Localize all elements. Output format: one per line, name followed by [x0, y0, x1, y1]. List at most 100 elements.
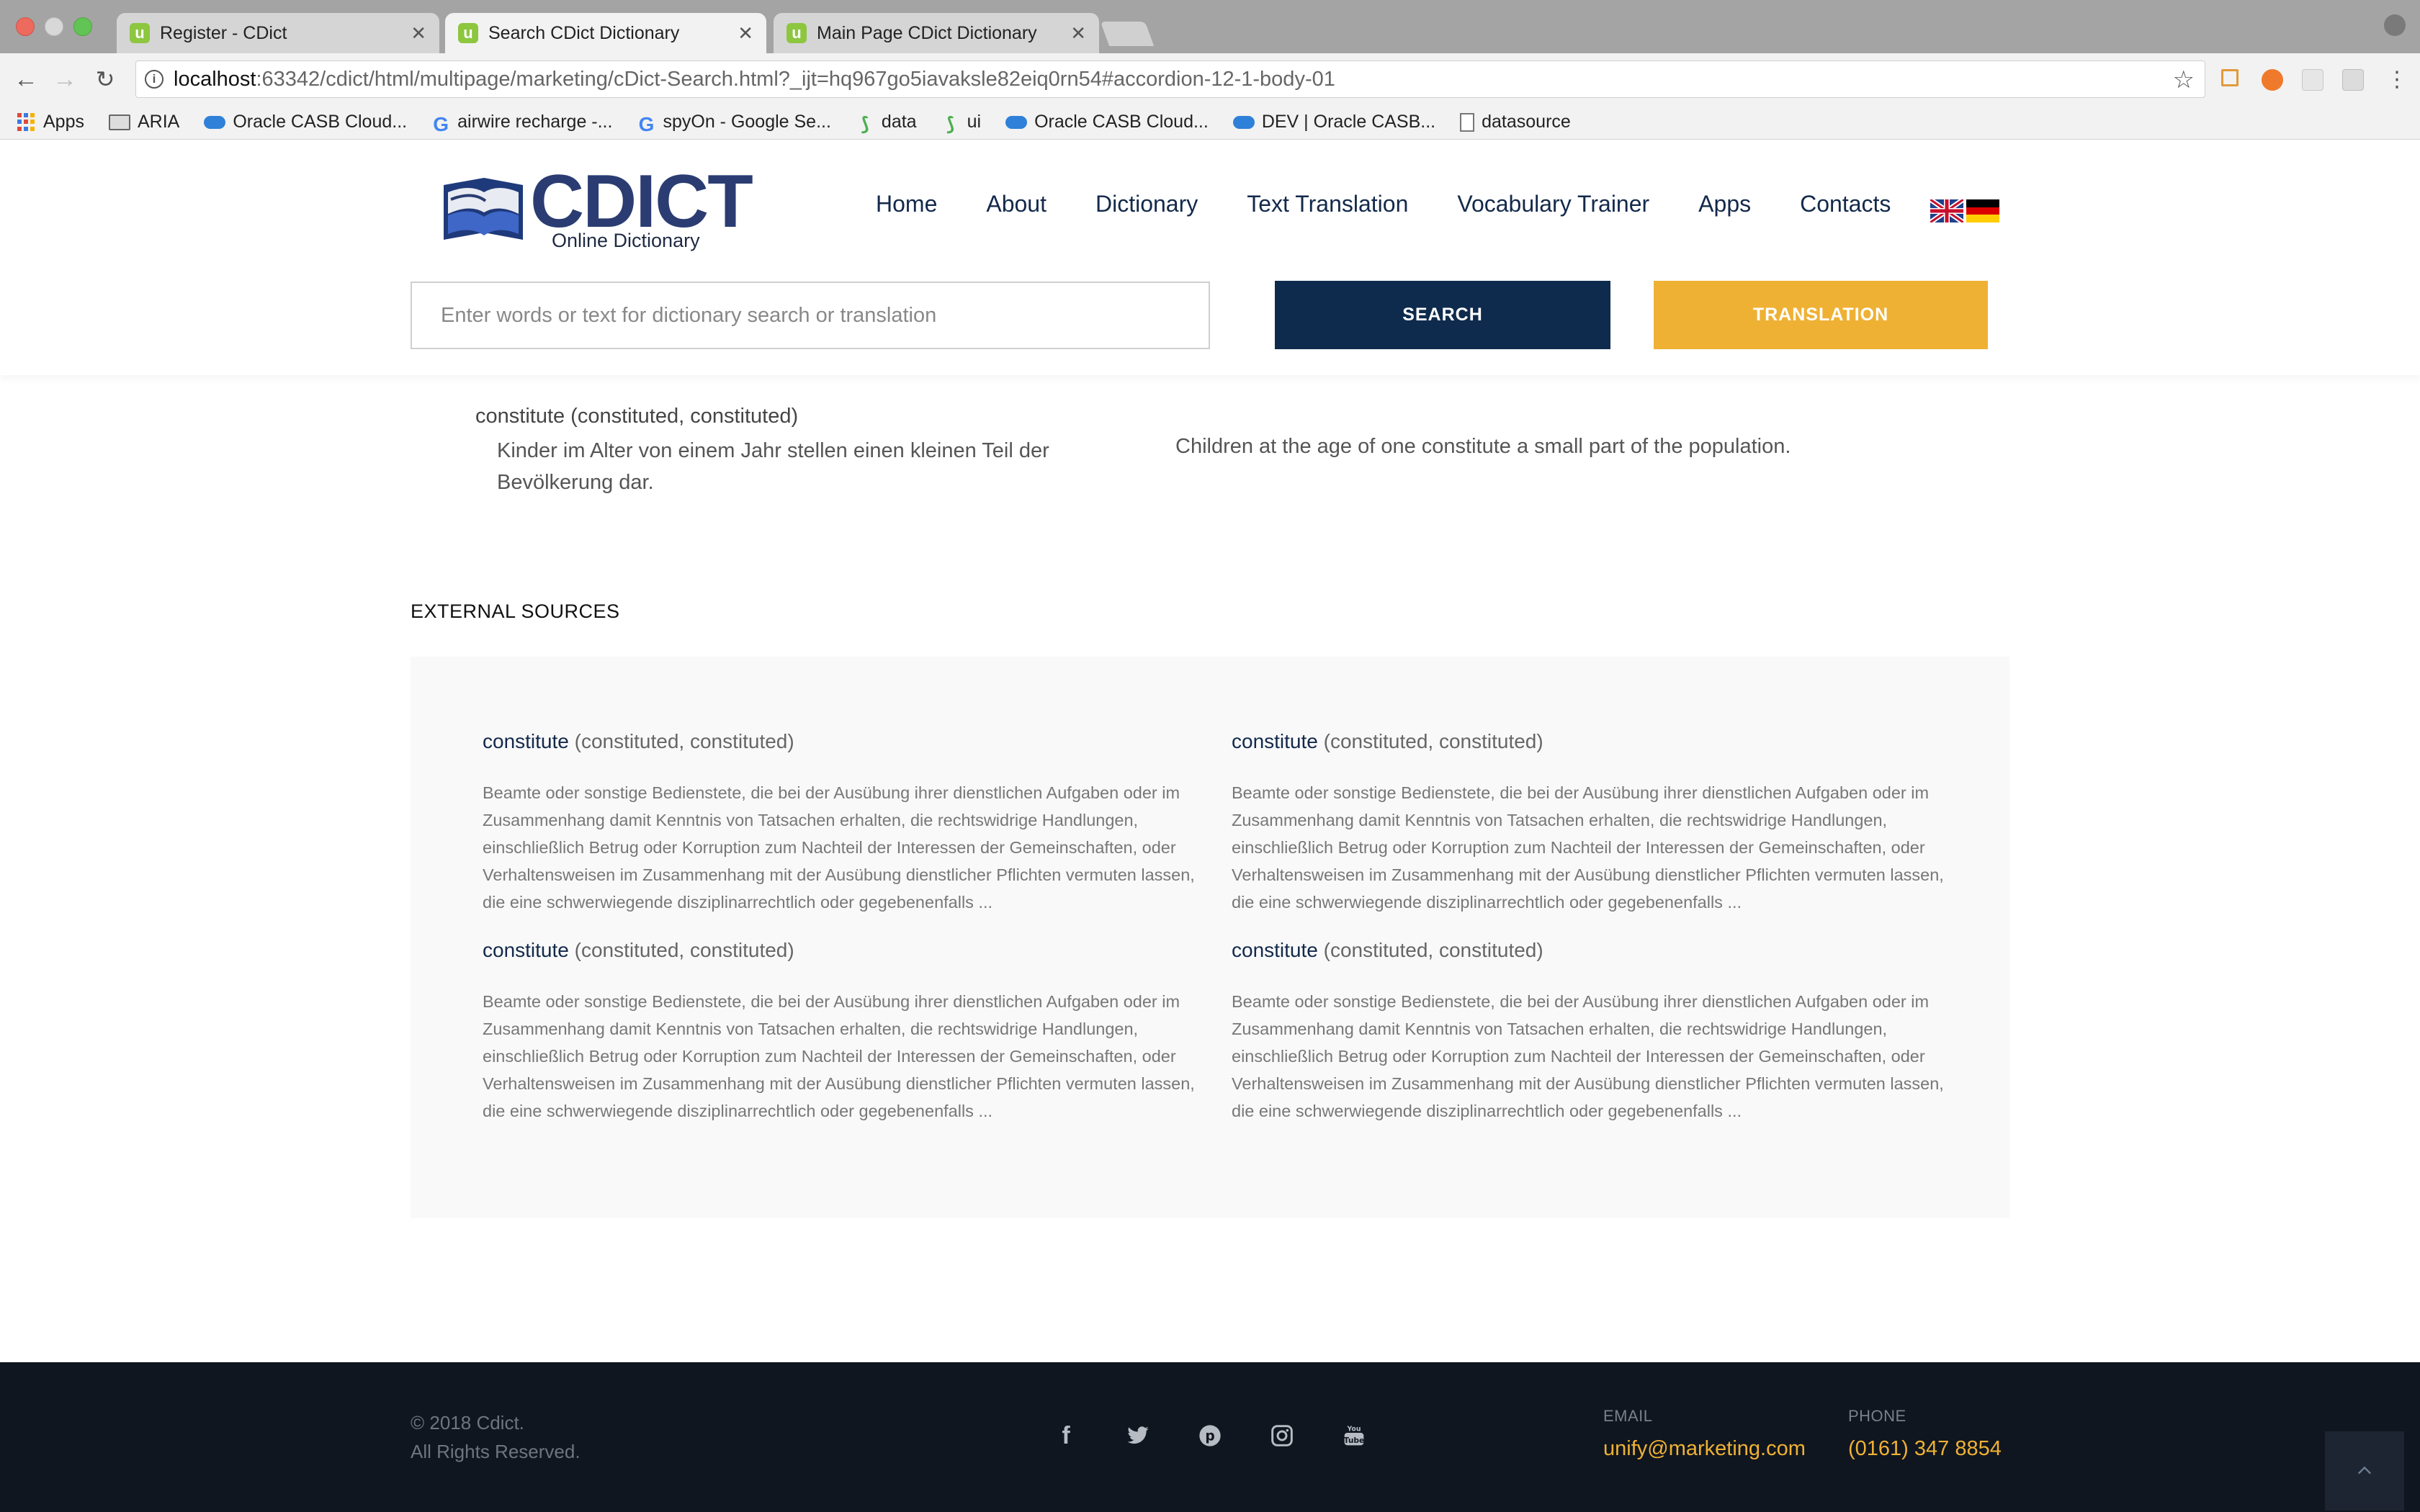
- twitter-icon[interactable]: [1124, 1421, 1152, 1450]
- nav-vocabulary-trainer[interactable]: Vocabulary Trainer: [1457, 191, 1649, 217]
- browser-tab[interactable]: u Register - CDict ✕: [117, 13, 439, 53]
- bookmark-star-icon[interactable]: ☆: [2173, 66, 2195, 94]
- extension-block-icon[interactable]: [2262, 69, 2283, 91]
- site-header: CDICT Online Dictionary Home About Dicti…: [0, 140, 2420, 375]
- svg-text:p: p: [1205, 1429, 1214, 1444]
- uk-flag-icon[interactable]: [1930, 199, 1963, 222]
- external-source-forms: (constituted, constituted): [574, 730, 794, 752]
- bookmark-oracle-casb[interactable]: Oracle CASB Cloud...: [204, 112, 407, 132]
- external-source-link[interactable]: constitute: [483, 730, 569, 752]
- external-source-title: constitute (constituted, constituted): [483, 939, 1196, 962]
- copyright-line: © 2018 Cdict.: [411, 1412, 524, 1434]
- apps-grid-icon: [17, 112, 36, 132]
- rights-line: All Rights Reserved.: [411, 1441, 581, 1462]
- browser-toolbar: ← → ↻ i localhost:63342/cdict/html/multi…: [0, 53, 2420, 105]
- external-sources-heading: EXTERNAL SOURCES: [411, 600, 620, 622]
- maximize-window-button[interactable]: [73, 17, 92, 36]
- social-links: f p Tube You: [1052, 1421, 1368, 1450]
- bookmark-ui[interactable]: ⟆ ui: [941, 112, 981, 135]
- bookmark-label: ARIA: [137, 112, 180, 132]
- external-source-text: Beamte oder sonstige Bedienstete, die be…: [1232, 783, 1944, 912]
- external-source-link[interactable]: constitute: [483, 939, 569, 961]
- search-input[interactable]: [411, 282, 1210, 349]
- extension-grid-icon[interactable]: [2342, 69, 2364, 91]
- email-link[interactable]: unify@marketing.com: [1603, 1437, 1806, 1461]
- svg-text:You: You: [1347, 1425, 1361, 1433]
- new-tab-button[interactable]: [1100, 22, 1155, 46]
- german-flag-icon[interactable]: [1966, 199, 1999, 223]
- close-tab-icon[interactable]: ✕: [1070, 22, 1086, 45]
- bookmark-label: data: [881, 112, 917, 132]
- cdict-favicon-icon: u: [458, 23, 478, 43]
- search-button[interactable]: SEARCH: [1275, 281, 1610, 349]
- browser-tab-active[interactable]: u Search CDict Dictionary ✕: [445, 13, 766, 53]
- google-icon: G: [433, 112, 449, 135]
- site-info-icon[interactable]: i: [145, 70, 163, 89]
- external-source-text: Beamte oder sonstige Bedienstete, die be…: [1232, 992, 1944, 1120]
- bookmark-label: Apps: [43, 112, 84, 132]
- browser-tab[interactable]: u Main Page CDict Dictionary ✕: [774, 13, 1099, 53]
- bookmark-dev-oracle[interactable]: DEV | Oracle CASB...: [1232, 112, 1435, 132]
- instagram-icon[interactable]: [1268, 1421, 1296, 1450]
- pinterest-icon[interactable]: p: [1196, 1421, 1224, 1450]
- external-source-link[interactable]: constitute: [1232, 939, 1318, 961]
- back-to-top-button[interactable]: [2325, 1431, 2404, 1511]
- nav-dictionary[interactable]: Dictionary: [1095, 191, 1198, 217]
- external-source-item: constitute (constituted, constituted) Be…: [483, 939, 1196, 1125]
- result-headword: constitute (constituted, constituted): [475, 405, 799, 428]
- bookmark-label: Oracle CASB Cloud...: [233, 112, 408, 132]
- folder-icon: [108, 114, 130, 130]
- tab-title: Register - CDict: [160, 22, 287, 43]
- phone-link[interactable]: (0161) 347 8854: [1848, 1437, 2002, 1461]
- bookmark-datasource[interactable]: datasource: [1460, 112, 1571, 132]
- minimize-window-button[interactable]: [45, 17, 63, 36]
- copyright: © 2018 Cdict. All Rights Reserved.: [411, 1408, 581, 1466]
- youtube-icon[interactable]: Tube You: [1340, 1421, 1368, 1450]
- bookmark-label: spyOn - Google Se...: [663, 112, 831, 132]
- bookmark-aria[interactable]: ARIA: [108, 112, 180, 132]
- nav-about[interactable]: About: [986, 191, 1047, 217]
- facebook-icon[interactable]: f: [1052, 1421, 1080, 1450]
- nav-contacts[interactable]: Contacts: [1800, 191, 1891, 217]
- close-tab-icon[interactable]: ✕: [738, 22, 753, 45]
- cloud-icon: [204, 115, 226, 129]
- cdict-logo[interactable]: CDICT Online Dictionary: [441, 160, 753, 253]
- example-english: Children at the age of one constitute a …: [1175, 435, 1791, 458]
- bookmark-apps[interactable]: Apps: [17, 112, 84, 132]
- book-logo-icon: [444, 178, 523, 240]
- external-source-title: constitute (constituted, constituted): [1232, 730, 1945, 753]
- external-source-link[interactable]: constitute: [1232, 730, 1318, 752]
- cdict-favicon-icon: u: [130, 23, 150, 43]
- external-source-forms: (constituted, constituted): [1323, 730, 1543, 752]
- translation-button[interactable]: TRANSLATION: [1654, 281, 1988, 349]
- bookmark-spyon[interactable]: G spyOn - Google Se...: [637, 112, 831, 135]
- google-icon: G: [638, 112, 655, 135]
- close-tab-icon[interactable]: ✕: [411, 22, 426, 45]
- nav-text-translation[interactable]: Text Translation: [1247, 191, 1408, 217]
- extension-icon[interactable]: [2302, 69, 2323, 91]
- bookmark-oracle-casb-2[interactable]: Oracle CASB Cloud...: [1005, 112, 1209, 132]
- email-label: EMAIL: [1603, 1407, 1653, 1425]
- nav-home[interactable]: Home: [876, 191, 937, 217]
- bookmark-label: airwire recharge -...: [457, 112, 613, 132]
- bookmark-airwire[interactable]: G airwire recharge -...: [431, 112, 613, 135]
- reload-icon[interactable]: ↻: [89, 63, 121, 95]
- close-window-button[interactable]: [16, 17, 35, 36]
- browser-tab-bar: u Register - CDict ✕ u Search CDict Dict…: [0, 0, 2420, 53]
- document-icon: [1460, 112, 1475, 132]
- bookmarks-bar: Apps ARIA Oracle CASB Cloud... G airwire…: [0, 105, 2420, 140]
- browser-menu-icon[interactable]: ⋮: [2381, 63, 2413, 95]
- url-host: localhost: [174, 67, 256, 91]
- cloud-icon: [1005, 115, 1028, 129]
- external-source-text: Beamte oder sonstige Bedienstete, die be…: [483, 783, 1195, 912]
- svg-text:Tube: Tube: [1344, 1436, 1365, 1445]
- back-arrow-icon[interactable]: ←: [10, 63, 42, 95]
- example-german: Kinder im Alter von einem Jahr stellen e…: [497, 439, 1049, 494]
- external-source-title: constitute (constituted, constituted): [1232, 939, 1945, 962]
- forward-arrow-icon[interactable]: →: [49, 63, 81, 95]
- nav-apps[interactable]: Apps: [1698, 191, 1751, 217]
- extension-ruler-icon[interactable]: [2221, 69, 2238, 86]
- bookmark-data[interactable]: ⟆ data: [856, 112, 917, 135]
- address-bar[interactable]: i localhost:63342/cdict/html/multipage/m…: [135, 60, 2205, 98]
- profile-icon[interactable]: [2384, 14, 2406, 36]
